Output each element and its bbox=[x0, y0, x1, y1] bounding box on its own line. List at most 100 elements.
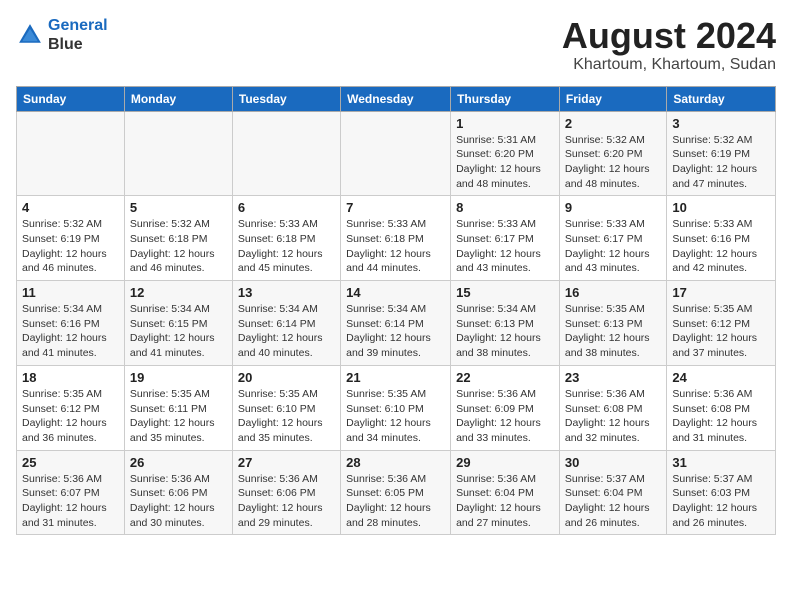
calendar-cell: 30 Sunrise: 5:37 AM Sunset: 6:04 PM Dayli… bbox=[559, 450, 666, 535]
calendar-cell: 31 Sunrise: 5:37 AM Sunset: 6:03 PM Dayli… bbox=[667, 450, 776, 535]
day-number: 6 bbox=[238, 200, 335, 215]
day-number: 28 bbox=[346, 455, 445, 470]
calendar-cell: 7Sunrise: 5:33 AM Sunset: 6:18 PM Daylig… bbox=[341, 196, 451, 281]
weekday-header: Tuesday bbox=[232, 86, 340, 111]
calendar-cell: 13 Sunrise: 5:34 AM Sunset: 6:14 PM Dayli… bbox=[232, 281, 340, 366]
day-detail: Sunrise: 5:35 AM Sunset: 6:12 PM Dayligh… bbox=[22, 387, 119, 446]
calendar-cell: 24Sunrise: 5:36 AM Sunset: 6:08 PM Dayli… bbox=[667, 365, 776, 450]
day-number: 14 bbox=[346, 285, 445, 300]
weekday-header: Friday bbox=[559, 86, 666, 111]
day-number: 2 bbox=[565, 116, 661, 131]
calendar-cell: 9 Sunrise: 5:33 AM Sunset: 6:17 PM Daylig… bbox=[559, 196, 666, 281]
day-number: 27 bbox=[238, 455, 335, 470]
calendar-cell: 16 Sunrise: 5:35 AM Sunset: 6:13 PM Dayli… bbox=[559, 281, 666, 366]
calendar-cell: 1 Sunrise: 5:31 AM Sunset: 6:20 PM Daylig… bbox=[451, 111, 560, 196]
day-number: 21 bbox=[346, 370, 445, 385]
weekday-header: Thursday bbox=[451, 86, 560, 111]
calendar-cell bbox=[232, 111, 340, 196]
day-number: 23 bbox=[565, 370, 661, 385]
calendar-cell: 11Sunrise: 5:34 AM Sunset: 6:16 PM Dayli… bbox=[17, 281, 125, 366]
calendar-cell bbox=[17, 111, 125, 196]
day-number: 16 bbox=[565, 285, 661, 300]
day-detail: Sunrise: 5:33 AM Sunset: 6:16 PM Dayligh… bbox=[672, 217, 770, 276]
calendar-cell: 19 Sunrise: 5:35 AM Sunset: 6:11 PM Dayli… bbox=[124, 365, 232, 450]
calendar-cell: 3Sunrise: 5:32 AM Sunset: 6:19 PM Daylig… bbox=[667, 111, 776, 196]
month-year: August 2024 bbox=[562, 16, 776, 56]
logo-line2: Blue bbox=[48, 35, 108, 54]
day-detail: Sunrise: 5:36 AM Sunset: 6:04 PM Dayligh… bbox=[456, 472, 554, 531]
day-number: 9 bbox=[565, 200, 661, 215]
day-detail: Sunrise: 5:36 AM Sunset: 6:06 PM Dayligh… bbox=[238, 472, 335, 531]
calendar-cell: 6 Sunrise: 5:33 AM Sunset: 6:18 PM Daylig… bbox=[232, 196, 340, 281]
day-number: 18 bbox=[22, 370, 119, 385]
logo: General Blue bbox=[16, 16, 108, 54]
calendar-cell: 26 Sunrise: 5:36 AM Sunset: 6:06 PM Dayli… bbox=[124, 450, 232, 535]
logo-line1: General bbox=[48, 17, 108, 34]
day-number: 17 bbox=[672, 285, 770, 300]
calendar-cell: 4Sunrise: 5:32 AM Sunset: 6:19 PM Daylig… bbox=[17, 196, 125, 281]
day-detail: Sunrise: 5:35 AM Sunset: 6:10 PM Dayligh… bbox=[238, 387, 335, 446]
day-detail: Sunrise: 5:34 AM Sunset: 6:16 PM Dayligh… bbox=[22, 302, 119, 361]
day-number: 1 bbox=[456, 116, 554, 131]
day-number: 20 bbox=[238, 370, 335, 385]
day-number: 12 bbox=[130, 285, 227, 300]
day-detail: Sunrise: 5:34 AM Sunset: 6:13 PM Dayligh… bbox=[456, 302, 554, 361]
day-detail: Sunrise: 5:36 AM Sunset: 6:06 PM Dayligh… bbox=[130, 472, 227, 531]
day-detail: Sunrise: 5:37 AM Sunset: 6:03 PM Dayligh… bbox=[672, 472, 770, 531]
day-number: 5 bbox=[130, 200, 227, 215]
day-number: 26 bbox=[130, 455, 227, 470]
day-number: 31 bbox=[672, 455, 770, 470]
day-detail: Sunrise: 5:35 AM Sunset: 6:12 PM Dayligh… bbox=[672, 302, 770, 361]
day-detail: Sunrise: 5:36 AM Sunset: 6:05 PM Dayligh… bbox=[346, 472, 445, 531]
day-detail: Sunrise: 5:35 AM Sunset: 6:10 PM Dayligh… bbox=[346, 387, 445, 446]
day-number: 3 bbox=[672, 116, 770, 131]
weekday-header: Sunday bbox=[17, 86, 125, 111]
day-detail: Sunrise: 5:32 AM Sunset: 6:20 PM Dayligh… bbox=[565, 133, 661, 192]
calendar-cell: 10 Sunrise: 5:33 AM Sunset: 6:16 PM Dayli… bbox=[667, 196, 776, 281]
day-number: 19 bbox=[130, 370, 227, 385]
day-detail: Sunrise: 5:32 AM Sunset: 6:19 PM Dayligh… bbox=[22, 217, 119, 276]
day-number: 7 bbox=[346, 200, 445, 215]
location: Khartoum, Khartoum, Sudan bbox=[562, 56, 776, 74]
logo-icon bbox=[16, 21, 44, 49]
weekday-header: Wednesday bbox=[341, 86, 451, 111]
day-detail: Sunrise: 5:35 AM Sunset: 6:13 PM Dayligh… bbox=[565, 302, 661, 361]
page-header: General Blue August 2024 Khartoum, Khart… bbox=[16, 16, 776, 74]
calendar-cell bbox=[341, 111, 451, 196]
day-number: 24 bbox=[672, 370, 770, 385]
calendar-cell: 15 Sunrise: 5:34 AM Sunset: 6:13 PM Dayli… bbox=[451, 281, 560, 366]
day-detail: Sunrise: 5:33 AM Sunset: 6:17 PM Dayligh… bbox=[456, 217, 554, 276]
calendar-cell: 25Sunrise: 5:36 AM Sunset: 6:07 PM Dayli… bbox=[17, 450, 125, 535]
day-detail: Sunrise: 5:33 AM Sunset: 6:17 PM Dayligh… bbox=[565, 217, 661, 276]
day-detail: Sunrise: 5:36 AM Sunset: 6:08 PM Dayligh… bbox=[565, 387, 661, 446]
day-number: 30 bbox=[565, 455, 661, 470]
day-number: 10 bbox=[672, 200, 770, 215]
day-detail: Sunrise: 5:34 AM Sunset: 6:14 PM Dayligh… bbox=[238, 302, 335, 361]
calendar-cell: 27 Sunrise: 5:36 AM Sunset: 6:06 PM Dayli… bbox=[232, 450, 340, 535]
day-detail: Sunrise: 5:31 AM Sunset: 6:20 PM Dayligh… bbox=[456, 133, 554, 192]
calendar-cell: 29 Sunrise: 5:36 AM Sunset: 6:04 PM Dayli… bbox=[451, 450, 560, 535]
day-detail: Sunrise: 5:37 AM Sunset: 6:04 PM Dayligh… bbox=[565, 472, 661, 531]
day-detail: Sunrise: 5:34 AM Sunset: 6:15 PM Dayligh… bbox=[130, 302, 227, 361]
calendar-cell: 8 Sunrise: 5:33 AM Sunset: 6:17 PM Daylig… bbox=[451, 196, 560, 281]
calendar-cell: 5Sunrise: 5:32 AM Sunset: 6:18 PM Daylig… bbox=[124, 196, 232, 281]
day-detail: Sunrise: 5:35 AM Sunset: 6:11 PM Dayligh… bbox=[130, 387, 227, 446]
title-block: August 2024 Khartoum, Khartoum, Sudan bbox=[562, 16, 776, 74]
day-number: 8 bbox=[456, 200, 554, 215]
calendar-table: SundayMondayTuesdayWednesdayThursdayFrid… bbox=[16, 86, 776, 536]
calendar-cell: 28 Sunrise: 5:36 AM Sunset: 6:05 PM Dayli… bbox=[341, 450, 451, 535]
day-detail: Sunrise: 5:33 AM Sunset: 6:18 PM Dayligh… bbox=[238, 217, 335, 276]
calendar-cell: 17 Sunrise: 5:35 AM Sunset: 6:12 PM Dayli… bbox=[667, 281, 776, 366]
calendar-cell: 14Sunrise: 5:34 AM Sunset: 6:14 PM Dayli… bbox=[341, 281, 451, 366]
day-number: 25 bbox=[22, 455, 119, 470]
weekday-header: Saturday bbox=[667, 86, 776, 111]
calendar-cell: 18 Sunrise: 5:35 AM Sunset: 6:12 PM Dayli… bbox=[17, 365, 125, 450]
day-number: 13 bbox=[238, 285, 335, 300]
day-number: 22 bbox=[456, 370, 554, 385]
calendar-cell: 21 Sunrise: 5:35 AM Sunset: 6:10 PM Dayli… bbox=[341, 365, 451, 450]
calendar-cell: 2 Sunrise: 5:32 AM Sunset: 6:20 PM Daylig… bbox=[559, 111, 666, 196]
calendar-cell: 22Sunrise: 5:36 AM Sunset: 6:09 PM Dayli… bbox=[451, 365, 560, 450]
day-number: 15 bbox=[456, 285, 554, 300]
weekday-header: Monday bbox=[124, 86, 232, 111]
day-number: 29 bbox=[456, 455, 554, 470]
